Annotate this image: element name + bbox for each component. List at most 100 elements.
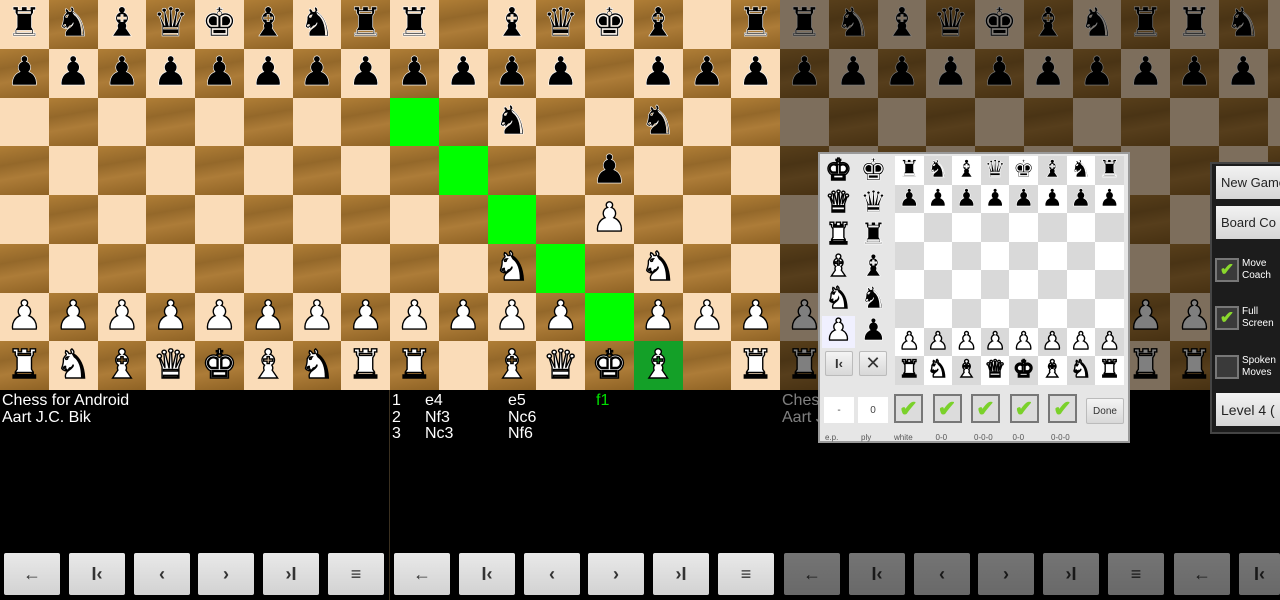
back-arrow-button[interactable]: ← (394, 553, 450, 595)
setup-square-b6[interactable] (923, 213, 953, 242)
square-c8[interactable]: ♝ (97, 0, 147, 49)
square-e3[interactable] (585, 243, 634, 293)
square-f2[interactable]: ♟ (243, 292, 293, 342)
palette-piece[interactable]: ♛ (857, 187, 890, 220)
square-g2[interactable]: ♟ (682, 292, 732, 342)
square-g1[interactable]: ♞ (292, 341, 342, 390)
square-e7[interactable] (585, 48, 634, 98)
square-a1[interactable]: ♜ (390, 341, 439, 390)
setup-square-a5[interactable] (895, 241, 924, 271)
square-c8[interactable]: ♝ (487, 0, 537, 49)
castling-checkbox[interactable]: ✔ (894, 394, 923, 423)
black-move[interactable]: Nf6 (508, 425, 533, 443)
menu-button[interactable]: ≡ (718, 553, 774, 595)
square-h8[interactable]: ♜ (341, 0, 390, 49)
setup-square-c5[interactable] (952, 241, 981, 271)
square-c2[interactable]: ♟ (487, 292, 537, 342)
castling-checkbox[interactable]: ✔ (971, 394, 1000, 423)
ply-field[interactable]: 0 (858, 397, 888, 423)
setup-square-c2[interactable]: ♟ (952, 327, 981, 357)
setup-square-b4[interactable] (923, 270, 953, 299)
setup-square-h7[interactable]: ♟ (1095, 184, 1124, 214)
setup-square-h5[interactable] (1095, 241, 1124, 271)
setup-square-d3[interactable] (980, 299, 1010, 328)
square-h2[interactable]: ♟ (731, 292, 780, 342)
square-d8[interactable]: ♛ (536, 0, 585, 49)
square-h2[interactable]: ♟ (341, 292, 390, 342)
setup-square-e4[interactable] (1009, 270, 1038, 299)
setup-square-b2[interactable]: ♟ (923, 327, 953, 357)
setup-square-b1[interactable]: ♞ (923, 356, 953, 385)
setup-square-c8[interactable]: ♝ (952, 156, 981, 185)
chess-board[interactable]: ♜ ♝ ♛ ♚ ♝ ♜ ♟ ♟ ♟ ♟ ♟ ♟ ♟ ♞ ♞ ♟ ♟ ♞ ♞ ♟ ♟ ♟ ♟ ♟ ♟ ♟ ♜ ♝ ♛ ♚ ♝ ♜ (390, 0, 780, 390)
reset-board-button[interactable]: I‹ (825, 351, 853, 376)
square-g5[interactable] (682, 146, 732, 195)
setup-square-a6[interactable] (895, 213, 924, 242)
square-d5[interactable] (146, 146, 195, 195)
square-e1[interactable]: ♚ (195, 341, 244, 390)
next-move-button[interactable]: › (198, 553, 254, 595)
setup-square-g8[interactable]: ♞ (1066, 156, 1096, 185)
palette-piece[interactable]: ♞ (857, 283, 890, 316)
white-move[interactable]: Nf3 (425, 409, 450, 427)
square-a8[interactable]: ♜ (0, 0, 49, 49)
setup-square-e6[interactable] (1009, 213, 1038, 242)
square-c4[interactable] (487, 195, 537, 244)
square-c5[interactable] (487, 146, 537, 195)
black-move[interactable]: e5 (508, 392, 526, 410)
square-h5[interactable] (731, 146, 780, 195)
setup-square-c6[interactable] (952, 213, 981, 242)
setup-square-f8[interactable]: ♝ (1038, 156, 1067, 185)
square-a5[interactable] (390, 146, 439, 195)
square-d7[interactable]: ♟ (146, 48, 195, 98)
setup-square-c7[interactable]: ♟ (952, 184, 981, 214)
square-b8[interactable]: ♞ (48, 0, 98, 49)
square-f7[interactable]: ♟ (633, 48, 683, 98)
setup-square-c3[interactable] (952, 299, 981, 328)
previous-move-button[interactable]: ‹ (524, 553, 580, 595)
square-h6[interactable] (341, 97, 390, 147)
first-move-button[interactable]: I‹ (459, 553, 515, 595)
square-c6[interactable]: ♞ (487, 97, 537, 147)
last-move-button[interactable]: ›I (263, 553, 319, 595)
check-icon[interactable]: ✔ (1215, 306, 1239, 330)
setup-square-h1[interactable]: ♜ (1095, 356, 1124, 385)
square-c2[interactable]: ♟ (97, 292, 147, 342)
setup-square-h3[interactable] (1095, 299, 1124, 328)
setup-square-d4[interactable] (980, 270, 1010, 299)
square-f3[interactable] (243, 243, 293, 293)
square-g7[interactable]: ♟ (682, 48, 732, 98)
palette-piece[interactable]: ♟ (822, 315, 855, 348)
square-h8[interactable]: ♜ (731, 0, 780, 49)
setup-square-a8[interactable]: ♜ (895, 156, 924, 185)
chess-board[interactable]: ♜♞♝♛♚♝♞♜♟♟♟♟♟♟♟♟♟♟♟♟♟♟♟♟♜♞♝♛♚♝♞♜ (0, 0, 390, 390)
palette-piece[interactable]: ♟ (857, 315, 890, 348)
square-d7[interactable]: ♟ (536, 48, 585, 98)
square-g7[interactable]: ♟ (292, 48, 342, 98)
square-b3[interactable] (438, 243, 488, 293)
square-b5[interactable] (48, 146, 98, 195)
square-b1[interactable]: ♞ (48, 341, 98, 390)
setup-square-f7[interactable]: ♟ (1038, 184, 1067, 214)
square-a1[interactable]: ♜ (0, 341, 49, 390)
square-f6[interactable]: ♞ (633, 97, 683, 147)
setup-square-h2[interactable]: ♟ (1095, 327, 1124, 357)
square-a7[interactable]: ♟ (0, 48, 49, 98)
square-d1[interactable]: ♛ (536, 341, 585, 390)
square-a5[interactable] (0, 146, 49, 195)
setup-square-d6[interactable] (980, 213, 1010, 242)
square-e2[interactable]: ♟ (195, 292, 244, 342)
setup-square-f4[interactable] (1038, 270, 1067, 299)
square-g3[interactable] (292, 243, 342, 293)
square-g8[interactable]: ♞ (292, 0, 342, 49)
square-b6[interactable] (48, 97, 98, 147)
square-f5[interactable] (243, 146, 293, 195)
square-a3[interactable] (390, 243, 439, 293)
previous-move-button[interactable]: ‹ (134, 553, 190, 595)
square-a4[interactable] (0, 195, 49, 244)
board-config-menu-item[interactable]: Board Co (1216, 206, 1280, 239)
square-c5[interactable] (97, 146, 147, 195)
palette-piece[interactable]: ♛ (822, 187, 855, 220)
square-d2[interactable]: ♟ (536, 292, 585, 342)
white-move[interactable]: Nc3 (425, 425, 453, 443)
